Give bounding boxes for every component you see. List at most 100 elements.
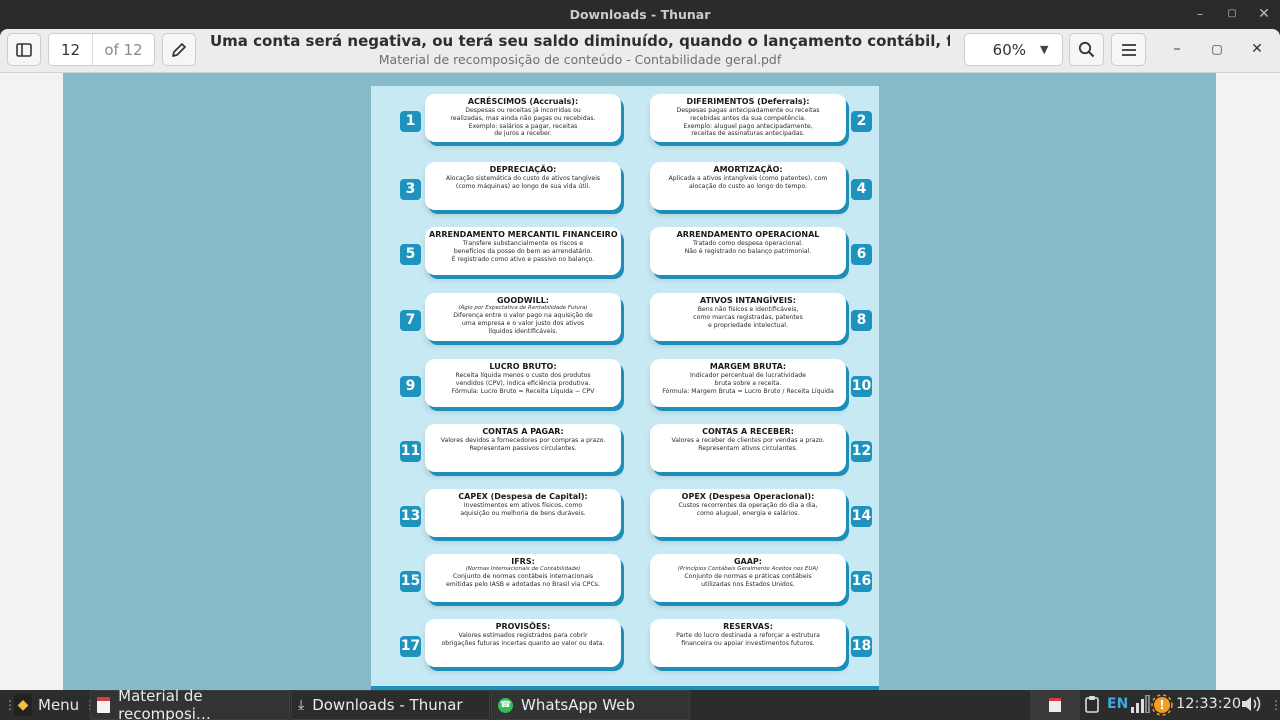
card-number-badge: 16 — [851, 571, 872, 592]
chevron-down-icon: ▼ — [1040, 43, 1049, 56]
card-number-badge: 8 — [851, 310, 872, 331]
update-alert-icon[interactable]: ! — [1151, 694, 1173, 720]
card-title: CONTAS A RECEBER: — [702, 427, 794, 436]
volume-icon[interactable] — [1240, 694, 1264, 718]
card-number-badge: 6 — [851, 244, 872, 265]
task-label: Downloads - Thunar — [312, 696, 463, 714]
show-desktop-button[interactable] — [1030, 690, 1080, 720]
glossary-card: DEPRECIAÇÃO: Alocação sistemática do cust… — [425, 162, 621, 210]
card-number-badge: 1 — [400, 111, 421, 132]
viewer-minimize-icon[interactable]: – — [1166, 38, 1188, 60]
glossary-card: GOODWILL: (Ágio por Expectativa de Rentab… — [425, 293, 621, 341]
card-number-badge: 7 — [400, 310, 421, 331]
card-title: ATIVOS INTANGÍVEIS: — [700, 296, 796, 305]
annotate-button[interactable] — [162, 33, 196, 66]
task-whatsapp[interactable]: ☎ WhatsApp Web — [491, 690, 690, 720]
keyboard-layout-indicator[interactable]: EN — [1107, 696, 1128, 712]
card-body: Despesas pagas antecipadamente ou receit… — [676, 107, 820, 138]
card-title: ACRÉSCIMOS (Accruals): — [467, 97, 579, 106]
zoom-value: 60% — [992, 40, 1026, 59]
search-button[interactable] — [1069, 33, 1104, 66]
card-body: Investimentos em ativos físicos, como aq… — [460, 502, 586, 517]
pencil-icon — [172, 42, 186, 57]
glossary-card: ARRENDAMENTO OPERACIONAL Tratado como des… — [650, 227, 846, 275]
card-title: DIFERIMENTOS (Deferrals): — [686, 97, 810, 106]
window-title: Downloads - Thunar — [569, 7, 711, 22]
minimize-icon[interactable]: – — [1192, 6, 1208, 22]
viewer-close-icon[interactable]: ✕ — [1246, 38, 1268, 60]
card-title: ARRENDAMENTO MERCANTIL FINANCEIRO — [429, 230, 618, 239]
window-titlebar[interactable]: Downloads - Thunar – ▢ ✕ — [0, 0, 1280, 29]
card-number-badge: 18 — [851, 636, 872, 657]
card-body: Receita líquida menos o custo dos produt… — [451, 372, 595, 395]
start-menu-button[interactable]: ◆ Menu — [14, 690, 79, 720]
card-body: Tratado como despesa operacional. Não é … — [684, 240, 812, 255]
viewer-maximize-icon[interactable]: ▢ — [1206, 38, 1228, 60]
taskbar: ⋮ ◆ Menu ⋮ Material de recomposi… ⤓ Down… — [0, 687, 1280, 720]
card-title: GAAP: — [733, 557, 762, 566]
card-number-badge: 9 — [400, 376, 421, 397]
task-pdf-viewer[interactable]: Material de recomposi… — [90, 687, 290, 720]
card-number-badge: 11 — [400, 441, 421, 462]
page-navigator: of 12 — [48, 33, 155, 66]
glossary-card: CAPEX (Despesa de Capital): Investimentos… — [425, 489, 621, 537]
card-body: Custos recorrentes da operação do dia a … — [678, 502, 818, 517]
sidebar-toggle-button[interactable] — [7, 33, 41, 66]
card-subtitle: (Ágio por Expectativa de Rentabilidade F… — [458, 305, 588, 311]
card-body: Transfere substancialmente os riscos e b… — [451, 240, 595, 263]
search-icon — [1078, 41, 1095, 58]
glossary-card: ARRENDAMENTO MERCANTIL FINANCEIRO Transfe… — [425, 227, 621, 275]
task-label: WhatsApp Web — [521, 696, 636, 714]
page-number-input[interactable] — [49, 34, 93, 65]
card-number-badge: 12 — [851, 441, 872, 462]
clock[interactable]: 12:33:20 — [1176, 696, 1241, 712]
maximize-icon[interactable]: ▢ — [1224, 6, 1240, 22]
card-body: Parte do lucro destinada a reforçar a es… — [676, 632, 820, 647]
svg-text:!: ! — [1159, 698, 1164, 712]
card-body: Indicador percentual de lucratividade br… — [662, 372, 834, 395]
document-canvas[interactable]: ACRÉSCIMOS (Accruals): Despesas ou receit… — [63, 73, 1216, 690]
card-number-badge: 14 — [851, 506, 872, 527]
network-signal-icon[interactable] — [1130, 694, 1150, 717]
glossary-card: CONTAS A PAGAR: Valores devidos a fornece… — [425, 424, 621, 472]
panel-end-handle-icon: ⋮ — [1270, 698, 1280, 712]
task-thunar[interactable]: ⤓ Downloads - Thunar — [291, 690, 490, 720]
card-title: RESERVAS: — [723, 622, 773, 631]
sidebar-icon — [16, 42, 32, 57]
viewer-headerbar: of 12 Uma conta será negativa, ou terá s… — [0, 29, 1280, 73]
glossary-card: OPEX (Despesa Operacional): Custos recorr… — [650, 489, 846, 537]
main-menu-button[interactable] — [1111, 33, 1146, 66]
download-folder-icon: ⤓ — [298, 697, 305, 713]
card-body: Aplicada a ativos intangíveis (como pate… — [668, 175, 828, 190]
document-filename: Material de recomposição de conteúdo - C… — [378, 52, 782, 67]
zoom-select[interactable]: 60% ▼ — [964, 33, 1063, 66]
card-title: CAPEX (Despesa de Capital): — [458, 492, 588, 501]
pdf-document-icon — [97, 697, 111, 713]
glossary-card: AMORTIZAÇÃO: Aplicada a ativos intangívei… — [650, 162, 846, 210]
card-subtitle: (Normas Internacionais de Contabilidade) — [465, 566, 581, 572]
page-count-label: of 12 — [104, 40, 143, 59]
close-icon[interactable]: ✕ — [1256, 6, 1272, 22]
card-body: Conjunto de normas e práticas contábeis … — [684, 573, 812, 588]
card-title: CONTAS A PAGAR: — [482, 427, 564, 436]
card-number-badge: 13 — [400, 506, 421, 527]
glossary-card: MARGEM BRUTA: Indicador percentual de luc… — [650, 359, 846, 407]
glossary-card: DIFERIMENTOS (Deferrals): Despesas pagas … — [650, 94, 846, 142]
document-viewer-window: of 12 Uma conta será negativa, ou terá s… — [0, 29, 1280, 690]
pdf-thumbnail-icon — [1049, 698, 1061, 712]
menu-logo-icon: ◆ — [14, 694, 32, 716]
glossary-card: ATIVOS INTANGÍVEIS: Bens não físicos e id… — [650, 293, 846, 341]
card-title: PROVISÕES: — [495, 622, 551, 631]
card-subtitle: (Princípios Contábeis Geralmente Aceitos… — [677, 566, 819, 572]
card-title: ARRENDAMENTO OPERACIONAL — [676, 230, 820, 239]
card-number-badge: 3 — [400, 179, 421, 200]
card-title: AMORTIZAÇÃO: — [713, 165, 783, 174]
card-number-badge: 17 — [400, 636, 421, 657]
card-body: Valores a receber de clientes por vendas… — [671, 437, 825, 452]
menu-label: Menu — [38, 696, 80, 714]
card-body: Valores devidos a fornecedores por compr… — [440, 437, 606, 452]
card-body: Diferença entre o valor pago na aquisiçã… — [453, 312, 593, 335]
card-number-badge: 10 — [851, 376, 872, 397]
clipboard-icon[interactable] — [1085, 695, 1099, 717]
document-title: Uma conta será negativa, ou terá seu sal… — [210, 32, 950, 50]
